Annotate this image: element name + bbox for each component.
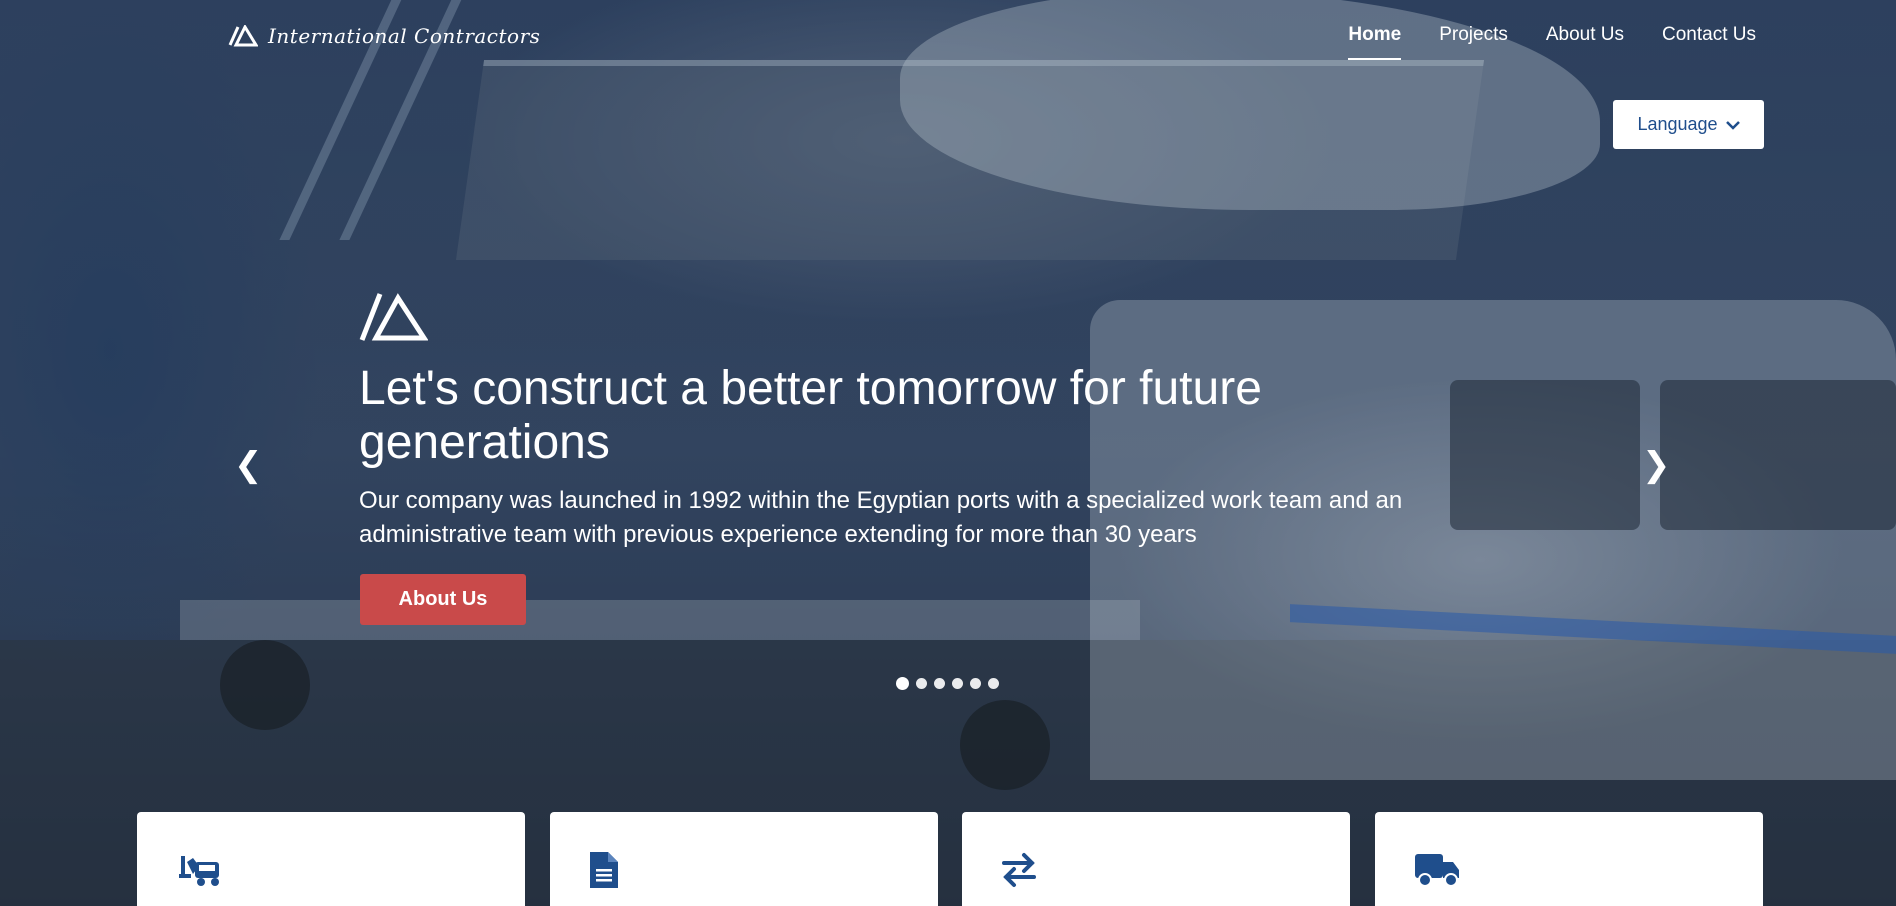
nav-item-contact-us[interactable]: Contact Us bbox=[1662, 24, 1756, 60]
site-logo[interactable]: International Contractors bbox=[228, 24, 540, 48]
slider-dot[interactable] bbox=[934, 678, 945, 689]
hero-background-truck-window bbox=[1450, 380, 1640, 530]
nav-item-projects[interactable]: Projects bbox=[1439, 24, 1508, 60]
logo-icon bbox=[228, 25, 258, 47]
language-dropdown[interactable]: Language bbox=[1613, 100, 1764, 149]
slider-dot[interactable] bbox=[916, 678, 927, 689]
hero-headline: Let's construct a better tomorrow for fu… bbox=[359, 362, 1262, 469]
chevron-down-icon bbox=[1725, 120, 1740, 130]
hero-background-truck-window bbox=[1660, 380, 1896, 530]
slider-next-arrow[interactable]: ❯ bbox=[1642, 445, 1671, 485]
service-card[interactable] bbox=[550, 812, 938, 906]
nav-item-home[interactable]: Home bbox=[1348, 24, 1401, 60]
slider-dots bbox=[896, 677, 999, 690]
slider-dot[interactable] bbox=[970, 678, 981, 689]
service-card[interactable] bbox=[137, 812, 525, 906]
hero-background-wheel bbox=[960, 700, 1050, 790]
nav-item-about-us[interactable]: About Us bbox=[1546, 24, 1624, 60]
language-label: Language bbox=[1637, 114, 1718, 134]
hero-background-wheel bbox=[220, 640, 310, 730]
slider-dot[interactable] bbox=[896, 677, 909, 690]
exchange-arrows-icon bbox=[1002, 853, 1036, 887]
hero-logo-icon bbox=[359, 293, 428, 341]
slider-prev-arrow[interactable]: ❮ bbox=[234, 445, 263, 485]
about-us-button[interactable]: About Us bbox=[360, 574, 526, 625]
main-nav: Home Projects About Us Contact Us bbox=[1348, 24, 1756, 60]
hero-background-trailer bbox=[180, 600, 1140, 640]
hero-slider: International Contractors Home Projects … bbox=[0, 0, 1896, 906]
hero-description: Our company was launched in 1992 within … bbox=[359, 487, 1403, 548]
logo-text: International Contractors bbox=[268, 24, 541, 48]
slider-dot[interactable] bbox=[988, 678, 999, 689]
slider-dot[interactable] bbox=[952, 678, 963, 689]
document-icon bbox=[590, 852, 618, 888]
forklift-truck-icon bbox=[179, 856, 219, 886]
service-card[interactable] bbox=[962, 812, 1350, 906]
delivery-truck-icon bbox=[1415, 854, 1459, 887]
service-card[interactable] bbox=[1375, 812, 1763, 906]
